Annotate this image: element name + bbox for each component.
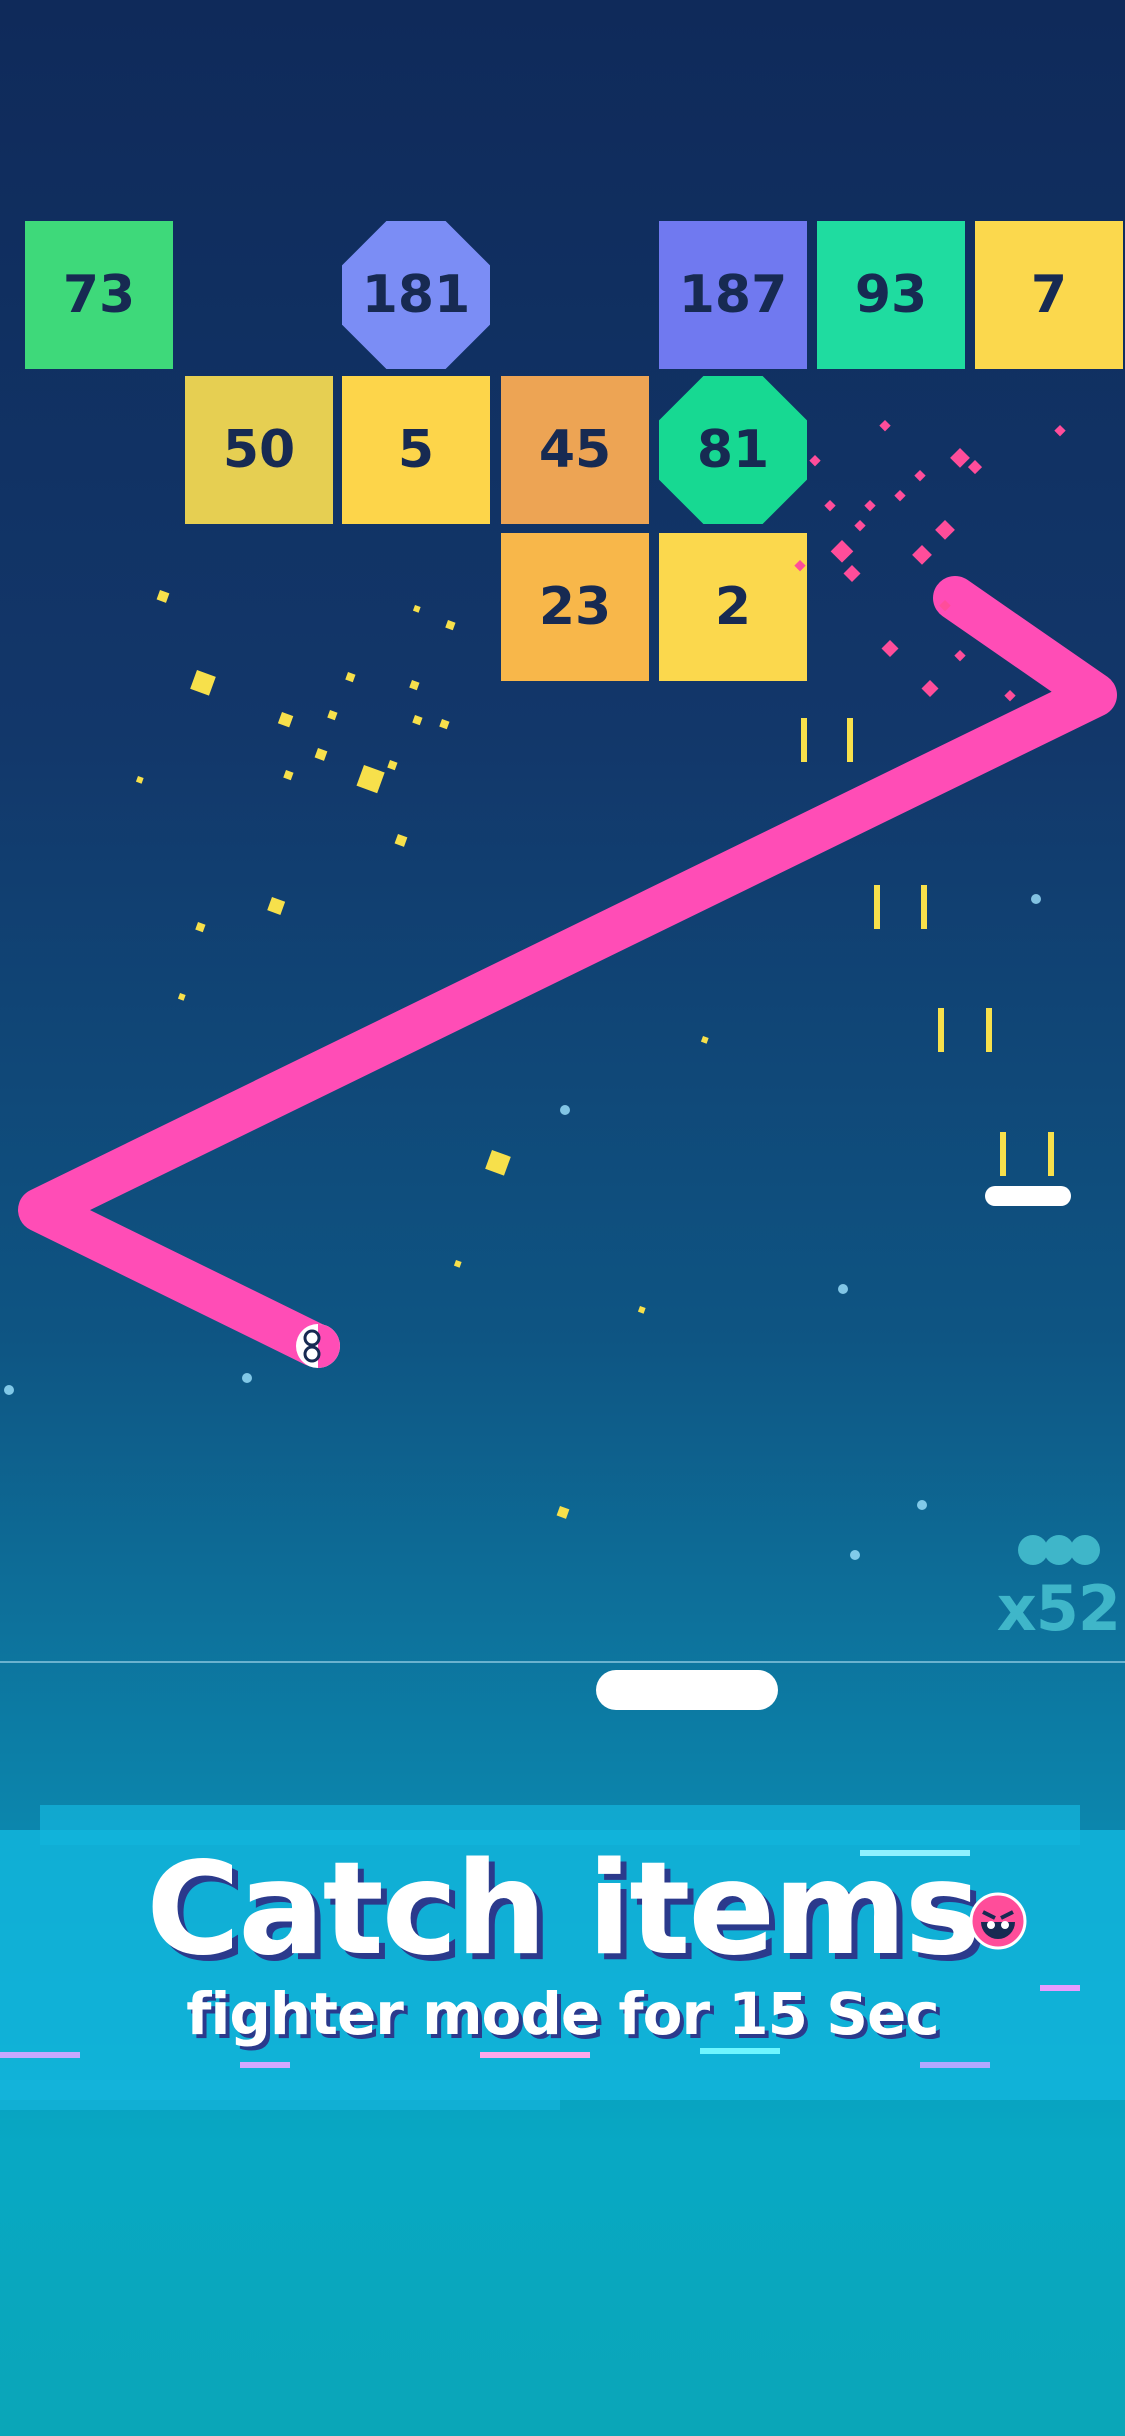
angry-face-icon xyxy=(969,1892,1027,1950)
paddle[interactable] xyxy=(596,1670,778,1710)
glitch-line xyxy=(920,2062,990,2068)
falling-item-marks xyxy=(801,718,1054,1176)
falling-item-bar xyxy=(985,1186,1071,1206)
background-stars xyxy=(4,894,1041,1560)
banner-title: Catch items xyxy=(146,1835,981,1984)
ball-stack-icon xyxy=(1018,1535,1114,1569)
banner-band-bottom xyxy=(0,2080,560,2110)
ball-count: x52 xyxy=(996,1572,1121,1645)
game-stage[interactable]: 73 181 187 93 7 50 5 45 81 23 2 x52 Catc… xyxy=(0,0,1125,2436)
particle-layer xyxy=(4,420,1066,1560)
pink-particles xyxy=(794,420,1066,702)
floor-line xyxy=(0,1661,1125,1663)
glitch-line xyxy=(240,2062,290,2068)
banner-subtitle: fighter mode for 15 Sec xyxy=(186,1980,939,2048)
yellow-particles xyxy=(135,590,709,1519)
